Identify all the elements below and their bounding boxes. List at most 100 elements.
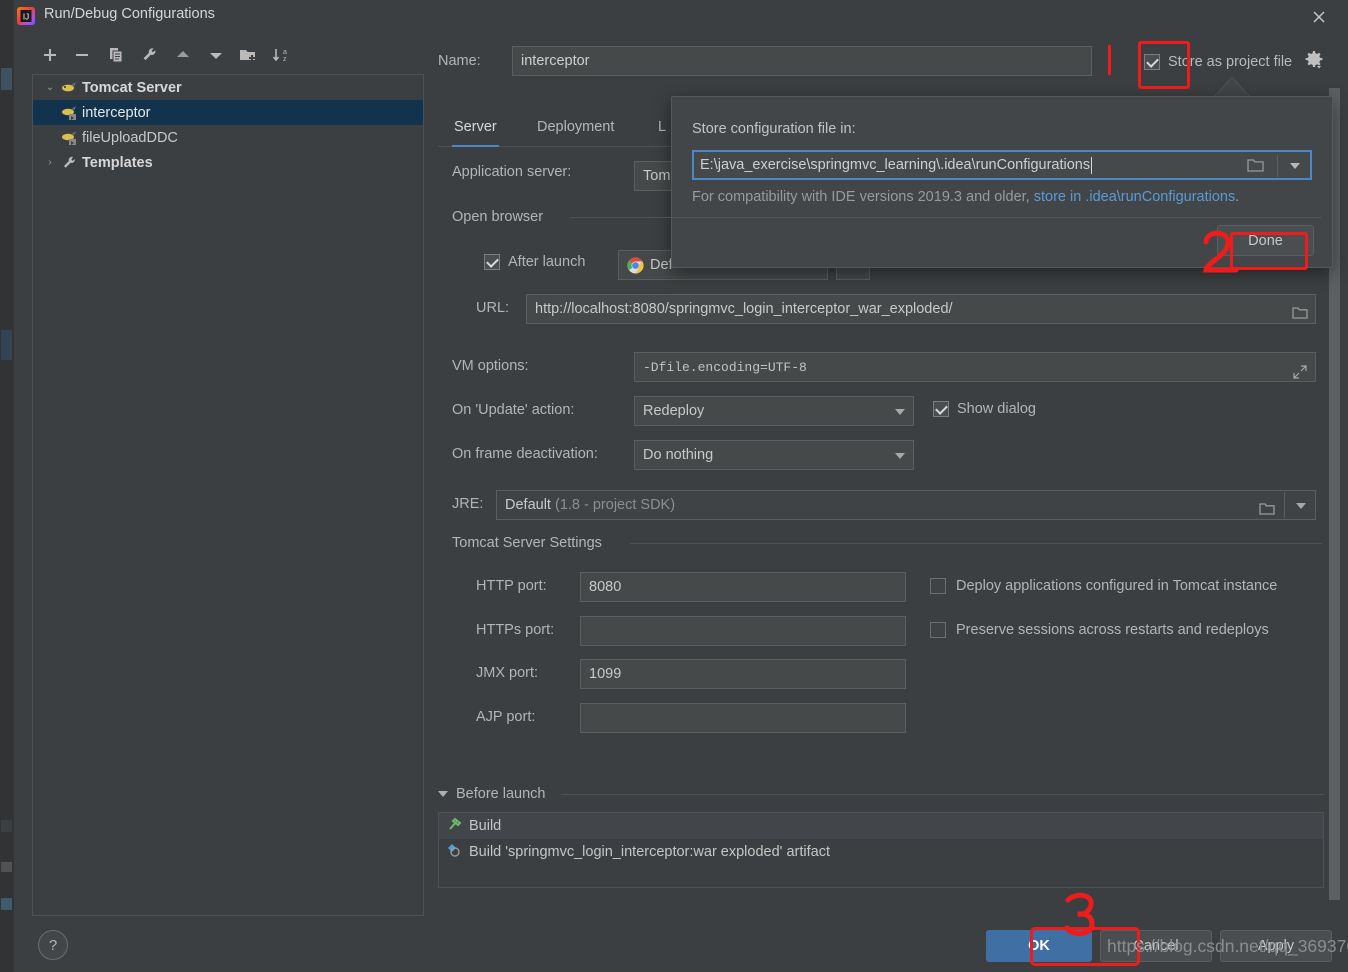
ajp-port-input[interactable] xyxy=(580,703,906,733)
jre-row: JRE: xyxy=(452,496,483,512)
tree-node-templates[interactable]: › Templates xyxy=(33,150,423,175)
deploy-applications-checkbox[interactable] xyxy=(930,578,946,594)
folder-icon[interactable] xyxy=(1247,158,1264,176)
tab-server[interactable]: Server xyxy=(452,112,499,147)
jre-input[interactable]: Default (1.8 - project SDK) xyxy=(496,490,1316,520)
vm-options-row: VM options: xyxy=(452,358,529,374)
show-dialog-checkbox[interactable] xyxy=(933,401,949,417)
before-launch-item-artifact[interactable]: Build 'springmvc_login_interceptor:war e… xyxy=(439,839,1323,865)
http-port-input[interactable]: 8080 xyxy=(580,572,906,602)
preserve-sessions-checkbox[interactable] xyxy=(930,622,946,638)
run-debug-configurations-dialog: IJ Run/Debug Configurations a z ⌄ Tomcat… xyxy=(14,0,1348,972)
add-icon[interactable] xyxy=(36,40,64,70)
after-launch-row[interactable]: After launch xyxy=(484,254,585,270)
on-frame-deactivation-combo[interactable]: Do nothing xyxy=(634,440,914,470)
deploy-applications-row[interactable]: Deploy applications configured in Tomcat… xyxy=(930,578,1277,594)
name-label: Name: xyxy=(438,53,481,69)
bg-chip xyxy=(1,330,12,360)
chrome-icon xyxy=(627,256,644,274)
preserve-sessions-label: Preserve sessions across restarts and re… xyxy=(956,622,1269,638)
tree-node-label: Templates xyxy=(82,154,153,171)
copy-icon[interactable] xyxy=(102,40,130,70)
store-in-idea-link[interactable]: store in .idea\runConfigurations xyxy=(1034,189,1236,205)
done-button[interactable]: Done xyxy=(1217,225,1314,256)
open-browser-group-label: Open browser xyxy=(452,209,552,225)
chevron-right-icon[interactable]: › xyxy=(39,157,61,168)
folder-icon[interactable] xyxy=(1292,302,1308,319)
tree-node-interceptor[interactable]: interceptor xyxy=(33,100,423,125)
tab-deployment[interactable]: Deployment xyxy=(535,112,616,145)
before-launch-item-build[interactable]: Build xyxy=(439,813,1323,839)
tomcat-server-settings-group: Tomcat Server Settings xyxy=(452,534,1322,551)
tree-node-label: interceptor xyxy=(82,104,151,121)
http-port-label-row: HTTP port: xyxy=(476,578,547,594)
gear-icon[interactable] xyxy=(1304,50,1324,73)
move-up-icon[interactable] xyxy=(169,40,197,70)
chevron-down-icon xyxy=(895,453,905,459)
wrench-icon[interactable] xyxy=(136,40,164,70)
remove-icon[interactable] xyxy=(68,40,96,70)
store-as-project-file-checkbox[interactable] xyxy=(1144,53,1160,70)
sort-alphabetically-icon[interactable]: a z xyxy=(267,40,295,70)
configuration-path-value: E:\java_exercise\springmvc_learning\.ide… xyxy=(700,157,1091,173)
before-launch-section: Before launch Build Build 'springmvc_log… xyxy=(438,786,1324,888)
before-launch-header[interactable]: Before launch xyxy=(438,786,1324,802)
tab-logs[interactable]: L xyxy=(656,112,668,145)
jmx-port-label-row: JMX port: xyxy=(476,665,538,681)
url-value: http://localhost:8080/springmvc_login_in… xyxy=(535,301,953,317)
vm-options-input[interactable]: -Dfile.encoding=UTF-8 xyxy=(634,352,1316,382)
on-update-action-combo[interactable]: Redeploy xyxy=(634,396,914,426)
after-launch-label: After launch xyxy=(508,254,586,270)
chevron-down-icon[interactable] xyxy=(438,791,448,797)
jmx-port-input[interactable]: 1099 xyxy=(580,659,906,689)
tree-node-tomcat-server[interactable]: ⌄ Tomcat Server xyxy=(33,75,423,100)
before-launch-list[interactable]: Build Build 'springmvc_login_interceptor… xyxy=(438,812,1324,888)
browser-value: Def xyxy=(650,257,673,273)
cancel-button[interactable]: Cancel xyxy=(1100,930,1212,962)
folder-icon[interactable] xyxy=(1259,498,1275,515)
url-row: URL: xyxy=(476,300,509,316)
chevron-down-icon[interactable] xyxy=(1296,503,1306,509)
expand-icon[interactable] xyxy=(1293,361,1307,379)
store-as-project-file-row[interactable]: Store as project file xyxy=(1144,50,1324,73)
wrench-icon xyxy=(61,155,79,171)
ok-button[interactable]: OK xyxy=(986,930,1092,962)
jre-label: JRE: xyxy=(452,496,484,512)
ajp-port-label-row: AJP port: xyxy=(476,709,535,725)
tree-node-fileuploadddc[interactable]: fileUploadDDC xyxy=(33,125,423,150)
before-launch-item-label: Build 'springmvc_login_interceptor:war e… xyxy=(469,844,830,860)
url-input[interactable]: http://localhost:8080/springmvc_login_in… xyxy=(526,294,1316,324)
bg-chip xyxy=(1,862,12,872)
divider xyxy=(1284,492,1285,518)
title-bar: IJ Run/Debug Configurations xyxy=(14,0,1348,32)
text-caret xyxy=(1091,156,1093,174)
preserve-sessions-row[interactable]: Preserve sessions across restarts and re… xyxy=(930,622,1269,638)
url-label: URL: xyxy=(476,300,510,316)
new-folder-icon[interactable] xyxy=(234,40,262,70)
build-hammer-icon xyxy=(447,817,462,836)
store-as-project-file-label: Store as project file xyxy=(1168,53,1293,70)
after-launch-checkbox[interactable] xyxy=(484,254,500,270)
name-row: Name: interceptor xyxy=(438,46,1138,78)
move-down-icon[interactable] xyxy=(202,40,230,70)
deploy-applications-label: Deploy applications configured in Tomcat… xyxy=(956,578,1278,594)
popup-pointer xyxy=(1214,78,1250,97)
show-dialog-row[interactable]: Show dialog xyxy=(933,401,1036,417)
apply-button[interactable]: Apply xyxy=(1220,930,1332,962)
close-icon[interactable] xyxy=(1306,4,1332,30)
chevron-down-icon[interactable] xyxy=(1290,163,1300,169)
name-input[interactable]: interceptor xyxy=(512,46,1092,76)
compatibility-note: For compatibility with IDE versions 2019… xyxy=(692,189,1239,205)
help-button[interactable]: ? xyxy=(38,930,68,960)
on-frame-deactivation-label: On frame deactivation: xyxy=(452,446,598,462)
tree-node-label: Tomcat Server xyxy=(82,79,182,96)
https-port-input[interactable] xyxy=(580,616,906,646)
step-1-marker xyxy=(1108,45,1111,75)
jmx-port-label: JMX port: xyxy=(476,665,539,681)
http-port-label: HTTP port: xyxy=(476,578,547,594)
artifact-icon xyxy=(447,843,462,862)
chevron-down-icon[interactable]: ⌄ xyxy=(39,82,61,93)
configuration-path-input[interactable]: E:\java_exercise\springmvc_learning\.ide… xyxy=(692,150,1312,180)
note-suffix: . xyxy=(1235,189,1240,205)
configurations-tree[interactable]: ⌄ Tomcat Server interceptor fileUploadDD… xyxy=(32,74,424,916)
